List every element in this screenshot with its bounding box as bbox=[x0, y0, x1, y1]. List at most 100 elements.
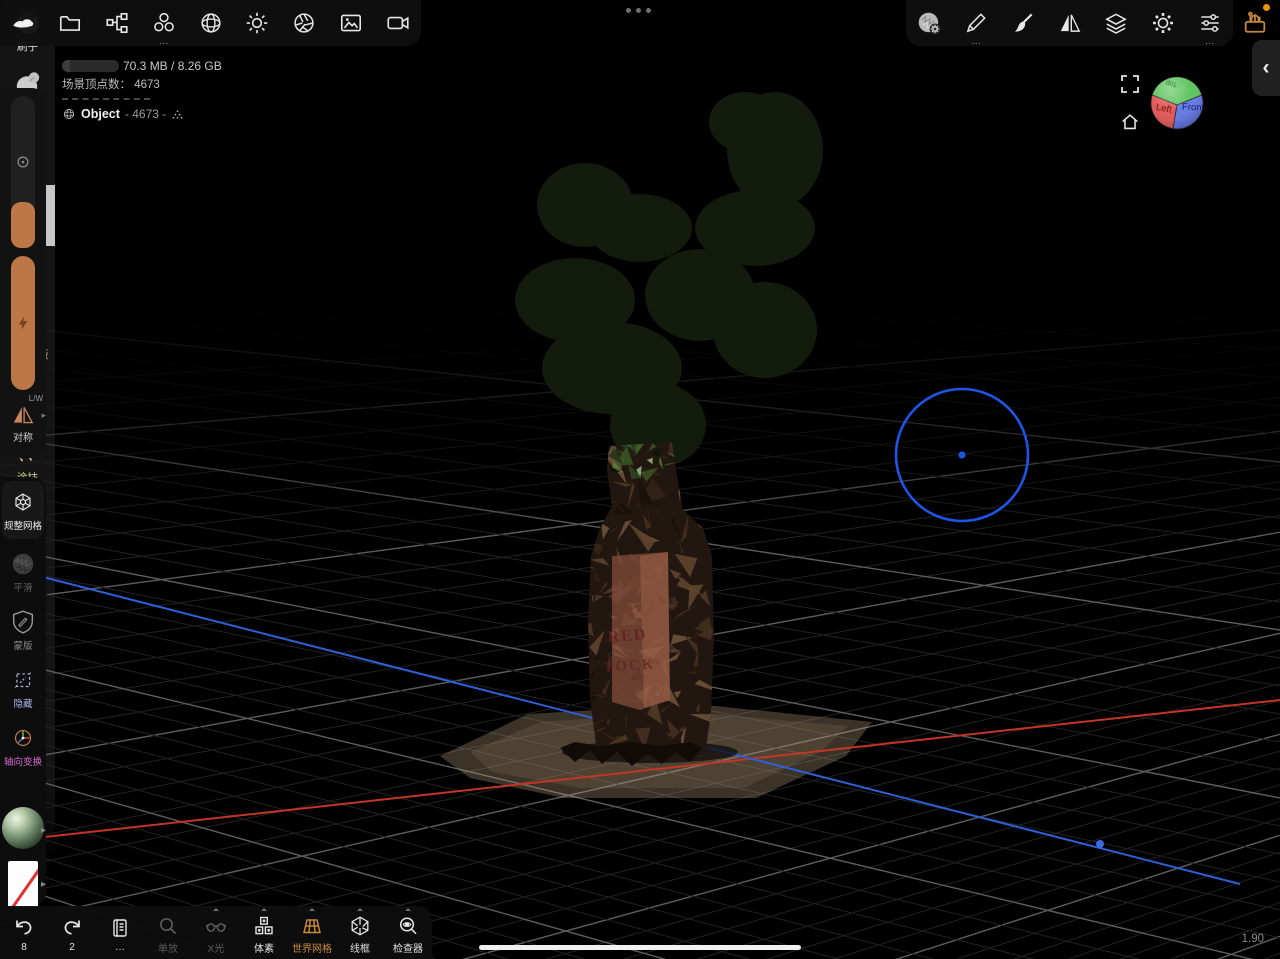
lighting-button[interactable] bbox=[234, 0, 281, 46]
fullscreen-button[interactable] bbox=[1120, 74, 1140, 94]
files-icon bbox=[57, 10, 83, 36]
lighting-icon bbox=[244, 10, 270, 36]
object-row[interactable]: Object - 4673 - bbox=[62, 107, 184, 121]
nomad-sculpt-app: REDTOCK … …… 70.3 MB / 8.26 GB 场景顶点数： 46… bbox=[0, 0, 1280, 959]
image-export-icon bbox=[338, 10, 364, 36]
intensity-slider[interactable] bbox=[11, 256, 35, 390]
object-name: Object bbox=[81, 107, 120, 121]
inspector-icon bbox=[396, 914, 420, 938]
stroke-button[interactable]: … bbox=[953, 0, 1000, 46]
symmetry-icon[interactable] bbox=[10, 402, 36, 428]
tool-规整网格[interactable]: 规整网格 bbox=[2, 481, 44, 539]
fps-label: 1.90 bbox=[1242, 933, 1264, 945]
inspector-button[interactable]: 检查器 bbox=[384, 906, 432, 959]
multitask-handle[interactable] bbox=[626, 8, 651, 13]
home-indicator[interactable] bbox=[479, 945, 801, 950]
wireframe-button[interactable]: 线框 bbox=[336, 906, 384, 959]
voxel-icon bbox=[252, 914, 276, 938]
matcap-expand-arrow[interactable]: ▸ bbox=[41, 825, 46, 836]
intensity-bolt-icon bbox=[14, 314, 32, 332]
radius-slider-thumb[interactable] bbox=[11, 202, 35, 248]
tool-蒙版[interactable]: 蒙版 bbox=[0, 601, 46, 659]
layers-icon bbox=[1103, 10, 1129, 36]
active-tool-preview-button[interactable] bbox=[906, 0, 953, 46]
layers-button[interactable] bbox=[1093, 0, 1140, 46]
left-tools-panel: 规整网格平滑蒙版隐藏轴向变换 ▸ ▸ bbox=[0, 477, 46, 906]
bottle-label-line1: RED bbox=[607, 626, 648, 646]
gizmo-icon bbox=[9, 724, 37, 752]
tool-轴向变换[interactable]: 轴向变换 bbox=[0, 717, 46, 775]
redo-button[interactable]: 2 bbox=[48, 906, 96, 959]
symmetry-label: 对称 bbox=[0, 429, 46, 444]
tool-平滑[interactable]: 平滑 bbox=[0, 543, 46, 601]
symmetry-expand-arrow[interactable]: ▸ bbox=[41, 410, 46, 421]
radius-slider[interactable] bbox=[11, 96, 35, 248]
expand-caret bbox=[405, 908, 411, 911]
color-swatch[interactable] bbox=[8, 861, 38, 907]
painting-button[interactable] bbox=[999, 0, 1046, 46]
settings-icon bbox=[1150, 10, 1176, 36]
camera-button[interactable] bbox=[281, 0, 328, 46]
expand-caret bbox=[261, 908, 267, 911]
swatch-expand-arrow[interactable]: ▸ bbox=[41, 879, 46, 890]
video-export-icon bbox=[385, 10, 411, 36]
nav-face-front: Front bbox=[1182, 102, 1205, 114]
matcap-ball-icon bbox=[2, 807, 44, 849]
viewport-canvas[interactable]: REDTOCK bbox=[0, 0, 1280, 959]
symmetry-icon bbox=[1057, 10, 1083, 36]
expand-caret bbox=[213, 908, 219, 911]
image-export-button[interactable] bbox=[327, 0, 374, 46]
scene-vertices-value: 4673 bbox=[134, 79, 160, 91]
orientation-gizmo[interactable]: Top Left Front bbox=[1149, 75, 1205, 131]
video-export-button[interactable] bbox=[374, 0, 421, 46]
expand-caret bbox=[357, 908, 363, 911]
matcap-preview[interactable] bbox=[0, 807, 46, 849]
tool-隐藏[interactable]: 隐藏 bbox=[0, 659, 46, 717]
no-color-slash bbox=[12, 861, 38, 907]
app-menu-icon bbox=[10, 10, 36, 36]
active-tool-preview-icon bbox=[916, 10, 942, 36]
chevron-left-icon: ‹ bbox=[1263, 56, 1270, 80]
history-button[interactable]: … bbox=[96, 906, 144, 959]
panel-collapse-handle[interactable]: ‹ bbox=[1252, 40, 1280, 96]
scene-graph-button[interactable] bbox=[94, 0, 141, 46]
wire-sphere-icon bbox=[62, 107, 76, 121]
brush-cursor bbox=[896, 389, 1028, 521]
files-button[interactable] bbox=[47, 0, 94, 46]
stroke-icon bbox=[963, 10, 989, 36]
toolbox-icon bbox=[1241, 9, 1269, 37]
memory-bar bbox=[62, 60, 119, 72]
environment-button[interactable] bbox=[187, 0, 234, 46]
world-grid-icon bbox=[300, 914, 324, 938]
sphere-crumple-dim-icon bbox=[9, 550, 37, 578]
voxel-button[interactable]: 体素 bbox=[240, 906, 288, 959]
settings-button[interactable] bbox=[1140, 0, 1187, 46]
toolbox-button[interactable] bbox=[1238, 6, 1272, 40]
xray-icon bbox=[204, 914, 228, 938]
remesh-hex-icon bbox=[9, 488, 37, 516]
painting-icon bbox=[1010, 10, 1036, 36]
undo-icon bbox=[12, 916, 36, 940]
environment-icon bbox=[198, 10, 224, 36]
axis-endpoint-dot bbox=[1096, 840, 1104, 848]
objects-button[interactable]: … bbox=[140, 0, 187, 46]
symmetry-button[interactable] bbox=[1046, 0, 1093, 46]
scene-vertices-label: 场景顶点数： bbox=[62, 79, 131, 91]
home-view-button[interactable] bbox=[1119, 111, 1141, 133]
wireframe-mini-icon bbox=[171, 108, 184, 121]
dashed-separator bbox=[62, 98, 150, 100]
app-menu-button[interactable] bbox=[0, 0, 47, 46]
notification-dot bbox=[1263, 4, 1270, 11]
isolate-button[interactable]: 单放 bbox=[144, 906, 192, 959]
wireframe-icon bbox=[348, 914, 372, 938]
undo-button[interactable]: 8 bbox=[0, 906, 48, 959]
world-grid-button[interactable]: 世界网格 bbox=[288, 906, 336, 959]
tool-options-icon bbox=[1197, 10, 1223, 36]
brush-sliders-panel: L/W ▸ 对称 bbox=[0, 88, 46, 458]
xray-button[interactable]: X光 bbox=[192, 906, 240, 959]
toolbar-bottom: 82…单放X光体素世界网格线框检查器 bbox=[0, 906, 432, 959]
history-icon bbox=[108, 916, 132, 940]
toolbar-top-right: …… bbox=[906, 0, 1233, 46]
isolate-icon bbox=[156, 914, 180, 938]
tool-options-button[interactable]: … bbox=[1186, 0, 1233, 46]
